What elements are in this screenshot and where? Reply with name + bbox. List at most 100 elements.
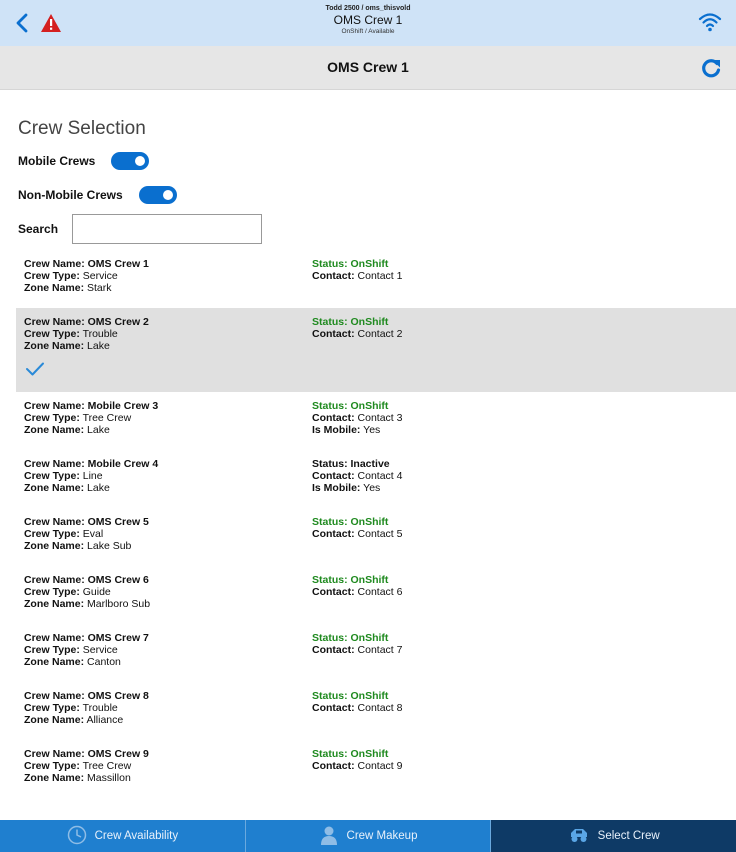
crew-list-item[interactable]: Crew Name: Mobile Crew 3 Crew Type: Tree … <box>16 392 736 450</box>
header-user: Todd 2500 / oms_thisvold <box>325 5 411 12</box>
mobile-crews-toggle[interactable] <box>111 152 150 170</box>
tab-label: Crew Makeup <box>346 830 418 842</box>
non-mobile-crews-toggle[interactable] <box>138 186 177 204</box>
crew-type-label: Crew Type: <box>24 760 80 772</box>
crew-status-details: Status: OnShift Contact: Contact 5 <box>312 516 402 540</box>
status-label: Status: <box>312 748 348 760</box>
crew-details: Crew Name: OMS Crew 1 Crew Type: Service Z… <box>24 258 149 294</box>
crew-type-value: Service <box>82 270 118 282</box>
contact-value: Contact 9 <box>357 760 403 772</box>
status-value: OnShift <box>350 690 389 702</box>
header-status: OnShift / Available <box>341 27 395 35</box>
status-label: Status: <box>312 316 348 328</box>
crew-list-item[interactable]: Crew Name: OMS Crew 2 Crew Type: Trouble Z… <box>16 308 736 392</box>
is-mobile-label: Is Mobile: <box>312 424 361 436</box>
contact-value: Contact 3 <box>357 412 403 424</box>
crew-type-value: Eval <box>82 528 104 540</box>
crew-list-item[interactable]: Crew Name: OMS Crew 9 Crew Type: Tree Cre… <box>16 740 736 798</box>
toggle-knob <box>135 156 146 166</box>
crew-status-details: Status: OnShift Contact: Contact 1 <box>312 258 402 282</box>
zone-name-label: Zone Name: <box>24 772 85 784</box>
status-value: OnShift <box>350 632 389 644</box>
crew-name-label: Crew Name: <box>24 258 85 270</box>
person-icon <box>319 825 347 848</box>
crew-name-value: Mobile Crew 3 <box>87 400 159 412</box>
contact-label: Contact: <box>312 270 355 282</box>
refresh-button[interactable] <box>700 57 722 79</box>
status-label: Status: <box>312 574 348 586</box>
crew-list-item[interactable]: Crew Name: OMS Crew 5 Crew Type: Eval Zone… <box>16 508 736 566</box>
status-value: OnShift <box>350 400 389 412</box>
contact-label: Contact: <box>312 412 355 424</box>
crew-status-details: Status: OnShift Contact: Contact 7 <box>312 632 402 656</box>
contact-label: Contact: <box>312 470 355 482</box>
crew-type-value: Trouble <box>82 702 118 714</box>
contact-label: Contact: <box>312 644 355 656</box>
tab-crew-makeup[interactable]: Crew Makeup <box>245 820 492 852</box>
crew-name-value: Mobile Crew 4 <box>87 458 159 470</box>
zone-name-value: Lake <box>87 340 110 352</box>
zone-name-label: Zone Name: <box>24 714 85 726</box>
wifi-icon <box>698 11 722 33</box>
status-value: OnShift <box>350 748 389 760</box>
contact-label: Contact: <box>312 586 355 598</box>
crew-status-details: Status: Inactive Contact: Contact 4 Is Mob… <box>312 458 402 494</box>
zone-name-value: Lake <box>87 482 110 494</box>
tab-label: Select Crew <box>597 830 660 842</box>
zone-name-value: Massillon <box>87 772 131 784</box>
crew-details: Crew Name: Mobile Crew 4 Crew Type: Line Z… <box>24 458 158 494</box>
zone-name-value: Lake Sub <box>87 540 132 552</box>
crew-name-label: Crew Name: <box>24 458 85 470</box>
crew-list-item[interactable]: Crew Name: OMS Crew 7 Crew Type: Service Z… <box>16 624 736 682</box>
crew-name-label: Crew Name: <box>24 574 85 586</box>
crew-name-value: OMS Crew 2 <box>87 316 149 328</box>
zone-name-value: Marlboro Sub <box>87 598 151 610</box>
crew-name-value: OMS Crew 1 <box>87 258 149 270</box>
crew-status-details: Status: OnShift Contact: Contact 2 <box>312 316 402 340</box>
zone-name-label: Zone Name: <box>24 424 85 436</box>
crew-list-item[interactable]: Crew Name: OMS Crew 1 Crew Type: Service Z… <box>16 250 736 308</box>
crew-type-value: Line <box>82 470 103 482</box>
zone-name-value: Lake <box>87 424 110 436</box>
contact-value: Contact 8 <box>357 702 403 714</box>
contact-label: Contact: <box>312 528 355 540</box>
contact-label: Contact: <box>312 760 355 772</box>
crew-status-details: Status: OnShift Contact: Contact 8 <box>312 690 402 714</box>
status-label: Status: <box>312 632 348 644</box>
crew-status-details: Status: OnShift Contact: Contact 9 <box>312 748 402 772</box>
tab-select-crew[interactable]: Select Crew <box>491 820 736 852</box>
crew-type-label: Crew Type: <box>24 528 80 540</box>
header-crew: OMS Crew 1 <box>333 12 403 27</box>
crew-type-label: Crew Type: <box>24 270 80 282</box>
section-heading: Crew Selection <box>18 118 146 139</box>
crew-name-label: Crew Name: <box>24 690 85 702</box>
crew-type-label: Crew Type: <box>24 702 80 714</box>
crew-selection-panel: Crew Selection Mobile Crews Non-Mobile C… <box>0 90 736 820</box>
search-input[interactable] <box>72 214 263 244</box>
zone-name-value: Alliance <box>86 714 124 726</box>
status-label: Status: <box>312 400 348 412</box>
crew-name-value: OMS Crew 8 <box>87 690 149 702</box>
contact-value: Contact 2 <box>357 328 403 340</box>
mobile-crews-row: Mobile Crews <box>18 152 150 170</box>
crew-list-item[interactable]: Crew Name: Mobile Crew 4 Crew Type: Line Z… <box>16 450 736 508</box>
status-label: Status: <box>312 458 348 470</box>
page-title: OMS Crew 1 <box>327 59 409 75</box>
crew-details: Crew Name: OMS Crew 8 Crew Type: Trouble Z… <box>24 690 149 726</box>
crew-type-label: Crew Type: <box>24 586 80 598</box>
crew-type-label: Crew Type: <box>24 644 80 656</box>
status-label: Status: <box>312 690 348 702</box>
crew-list-item[interactable]: Crew Name: OMS Crew 8 Crew Type: Trouble Z… <box>16 682 736 740</box>
tab-crew-availability[interactable]: Crew Availability <box>0 820 246 852</box>
crew-type-label: Crew Type: <box>24 470 80 482</box>
crew-type-label: Crew Type: <box>24 412 80 424</box>
zone-name-label: Zone Name: <box>24 340 85 352</box>
status-label: Status: <box>312 258 348 270</box>
crew-status-details: Status: OnShift Contact: Contact 6 <box>312 574 402 598</box>
status-value: OnShift <box>350 316 389 328</box>
header-info: Todd 2500 / oms_thisvold OMS Crew 1 OnSh… <box>0 5 736 35</box>
crew-list-item[interactable]: Crew Name: OMS Crew 6 Crew Type: Guide Zon… <box>16 566 736 624</box>
mobile-crews-label: Mobile Crews <box>18 154 96 168</box>
contact-value: Contact 6 <box>357 586 403 598</box>
non-mobile-crews-row: Non-Mobile Crews <box>18 186 177 204</box>
